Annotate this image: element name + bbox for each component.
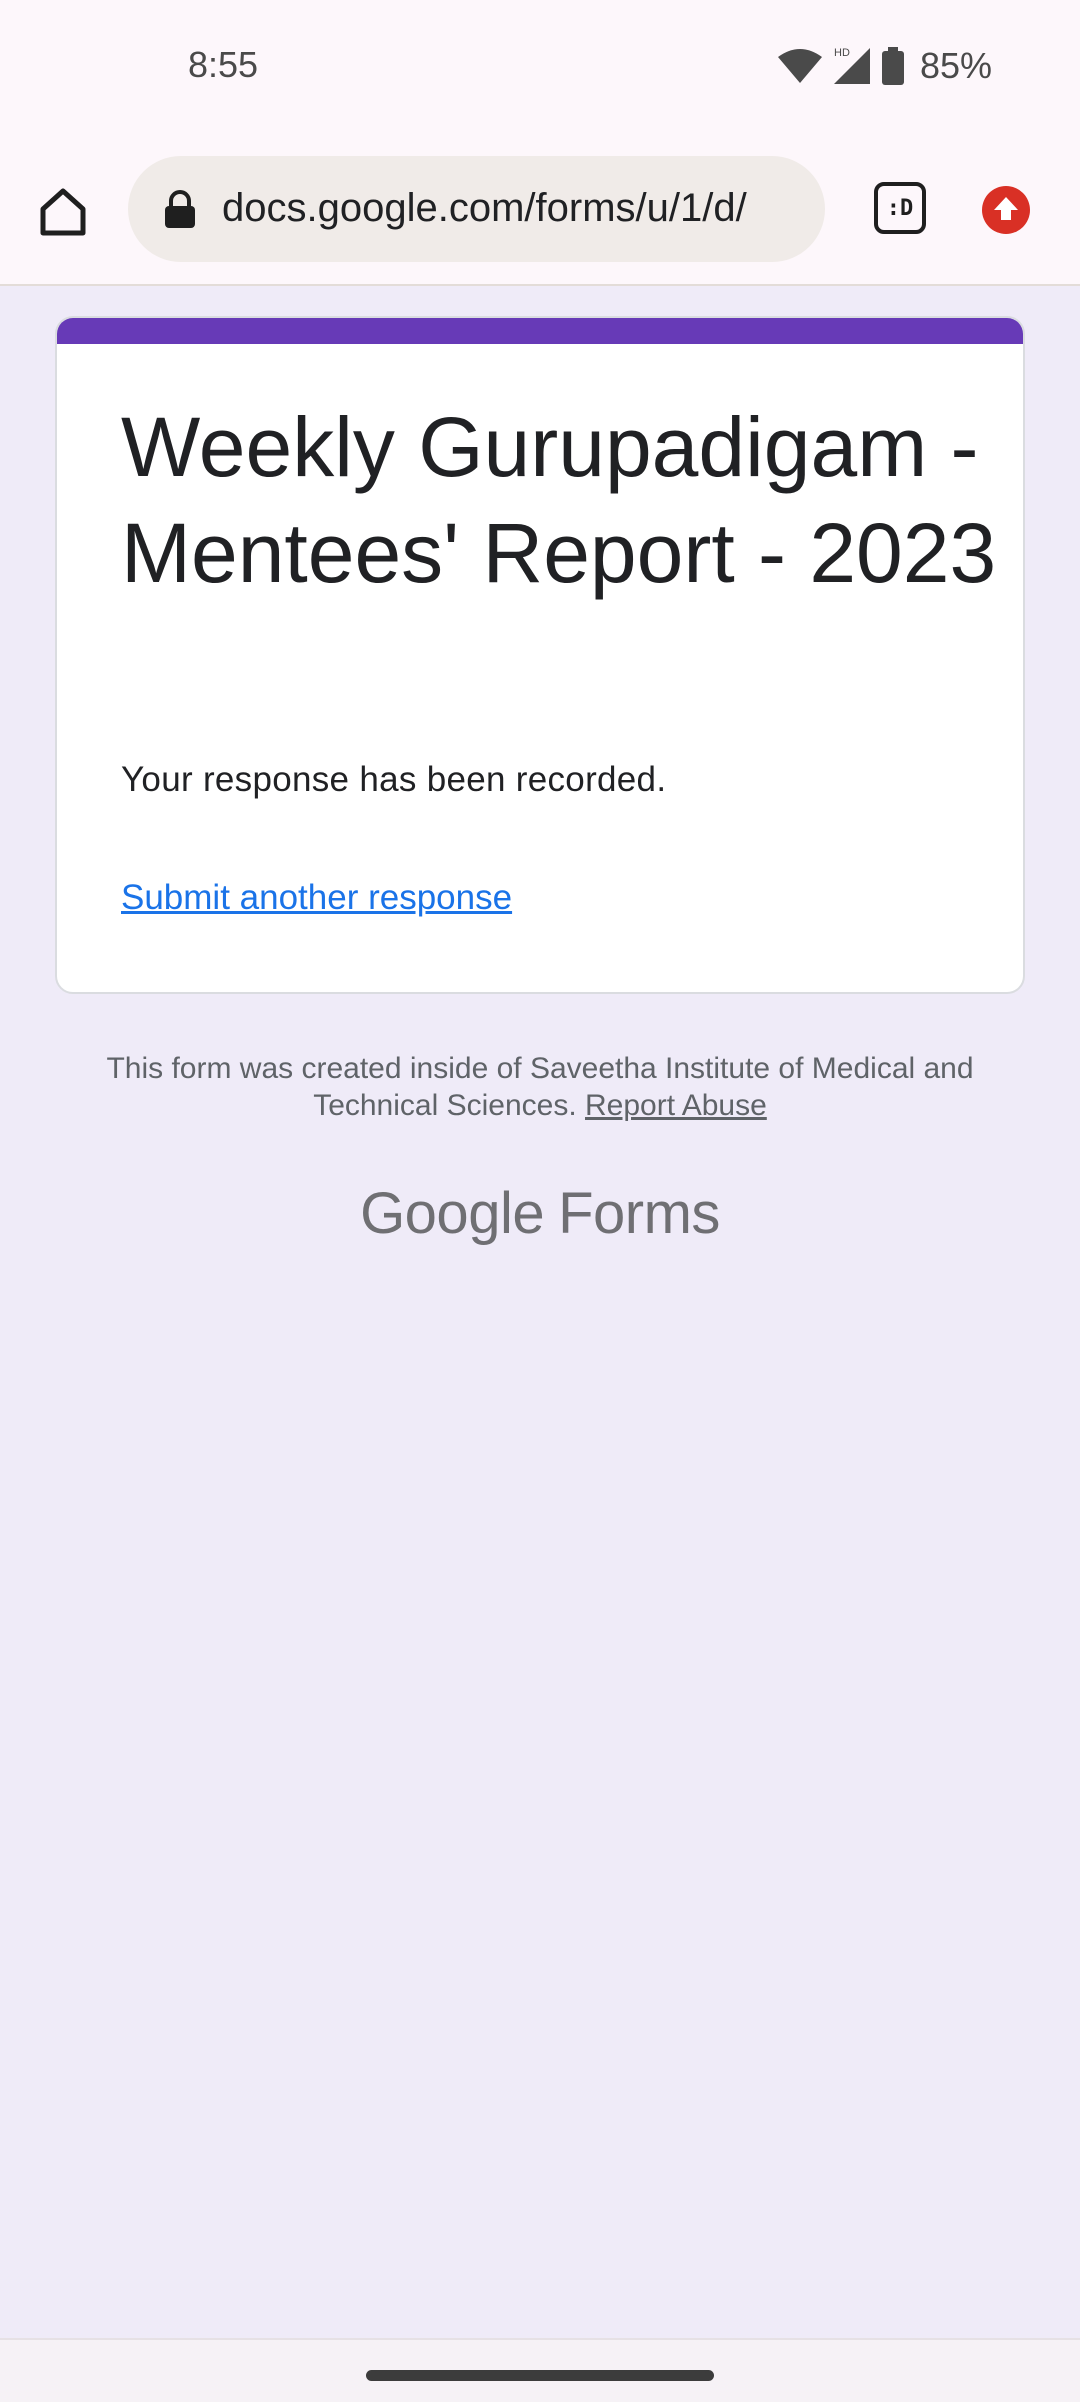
address-bar[interactable]: docs.google.com/forms/u/1/d/ — [128, 156, 825, 262]
submit-another-link[interactable]: Submit another response — [121, 878, 512, 918]
brand-google: Google — [360, 1181, 545, 1246]
tab-switcher-button[interactable]: :D — [874, 182, 926, 234]
home-button[interactable] — [30, 178, 96, 244]
home-icon — [40, 188, 86, 236]
update-icon[interactable] — [982, 186, 1030, 234]
page-content: Weekly Gurupadigam - Mentees' Report - 2… — [0, 286, 1080, 2338]
tab-switcher-icon: :D — [874, 182, 926, 234]
status-icons: HD 85% — [777, 44, 992, 88]
signal-icon: HD — [833, 47, 870, 84]
footer-note-text: This form was created inside of Saveetha… — [106, 1052, 974, 1122]
card-accent-bar — [57, 318, 1023, 344]
report-abuse-link[interactable]: Report Abuse — [585, 1089, 767, 1122]
browser-toolbar: docs.google.com/forms/u/1/d/ :D — [0, 140, 1080, 286]
battery-percent: 85% — [919, 45, 992, 86]
network-badge: HD — [834, 47, 850, 59]
status-bar: 8:55 HD 85% — [0, 0, 1080, 140]
navigation-bar — [0, 2338, 1080, 2402]
status-time: 8:55 — [188, 44, 259, 85]
lock-icon — [165, 190, 195, 228]
battery-icon — [881, 47, 904, 85]
brand-forms: Forms — [558, 1181, 720, 1246]
wifi-icon — [777, 49, 822, 83]
footer-note: This form was created inside of Saveetha… — [80, 1050, 1000, 1124]
home-gesture-handle[interactable] — [366, 2370, 714, 2381]
form-title: Weekly Gurupadigam - Mentees' Report - 2… — [121, 400, 997, 600]
confirmation-card: Weekly Gurupadigam - Mentees' Report - 2… — [55, 316, 1025, 994]
confirmation-message: Your response has been recorded. — [121, 760, 667, 799]
google-forms-logo[interactable]: Google Forms — [0, 1180, 1080, 1247]
url-text[interactable]: docs.google.com/forms/u/1/d/ — [222, 186, 802, 231]
